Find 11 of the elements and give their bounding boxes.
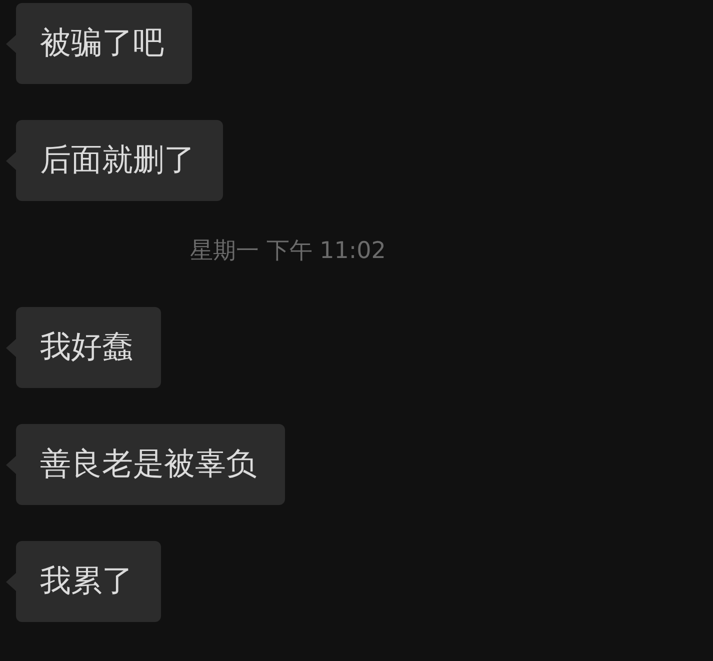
message-bubble: 我好蠢 (16, 307, 161, 388)
message-bubble: 后面就删了 (16, 120, 223, 201)
message-bubble: 善良老是被辜负 (16, 424, 285, 505)
bubble-tail-icon (5, 338, 16, 356)
bubble-tail-icon (5, 572, 16, 590)
bubble-tail-icon (5, 456, 16, 474)
timestamp: 星期一 下午 11:02 (190, 237, 386, 265)
message-bubble: 被骗了吧 (16, 3, 192, 84)
message-bubble: 我累了 (16, 541, 161, 622)
bubble-tail-icon (5, 34, 16, 52)
bubble-tail-icon (5, 152, 16, 170)
